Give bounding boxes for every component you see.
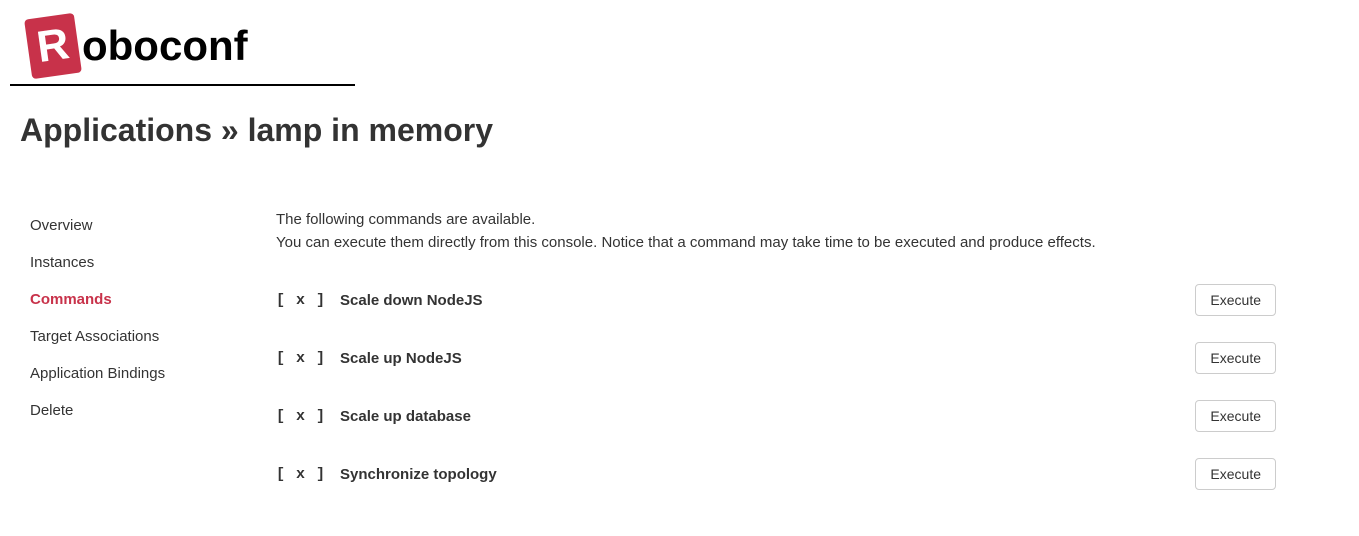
sidebar-item-delete[interactable]: Delete: [30, 394, 240, 427]
command-label: Synchronize topology: [340, 466, 497, 483]
logo-r-icon: R: [24, 13, 82, 79]
command-label: Scale down NodeJS: [340, 292, 483, 309]
execute-button[interactable]: Execute: [1195, 284, 1276, 316]
sidebar-item-target-associations[interactable]: Target Associations: [30, 320, 240, 353]
command-row: [ x ] Synchronize topology Execute: [276, 458, 1276, 490]
logo-text: oboconf: [82, 22, 248, 70]
command-row: [ x ] Scale up NodeJS Execute: [276, 342, 1276, 374]
sidebar-item-overview[interactable]: Overview: [30, 209, 240, 242]
execute-button[interactable]: Execute: [1195, 458, 1276, 490]
breadcrumb-section[interactable]: Applications: [20, 112, 212, 148]
command-marker-icon: [ x ]: [276, 292, 326, 309]
sidebar-item-application-bindings[interactable]: Application Bindings: [30, 357, 240, 390]
breadcrumb: Applications » lamp in memory: [20, 112, 1339, 149]
command-row: [ x ] Scale up database Execute: [276, 400, 1276, 432]
breadcrumb-separator: »: [221, 112, 239, 148]
command-label: Scale up NodeJS: [340, 350, 462, 367]
intro-line-1: The following commands are available.: [276, 209, 1276, 232]
logo[interactable]: R oboconf: [28, 16, 355, 76]
command-left: [ x ] Scale up database: [276, 408, 471, 425]
sidebar-item-commands[interactable]: Commands: [30, 283, 240, 316]
sidebar: Overview Instances Commands Target Associat…: [30, 209, 240, 516]
sidebar-item-instances[interactable]: Instances: [30, 246, 240, 279]
header: R oboconf: [10, 10, 355, 86]
command-left: [ x ] Synchronize topology: [276, 466, 497, 483]
intro-line-2: You can execute them directly from this …: [276, 232, 1276, 255]
command-label: Scale up database: [340, 408, 471, 425]
execute-button[interactable]: Execute: [1195, 342, 1276, 374]
execute-button[interactable]: Execute: [1195, 400, 1276, 432]
command-marker-icon: [ x ]: [276, 466, 326, 483]
breadcrumb-item: lamp in memory: [248, 112, 493, 148]
intro-text: The following commands are available. Yo…: [276, 209, 1276, 254]
command-left: [ x ] Scale up NodeJS: [276, 350, 462, 367]
main-content: The following commands are available. Yo…: [276, 209, 1276, 516]
command-row: [ x ] Scale down NodeJS Execute: [276, 284, 1276, 316]
commands-list: [ x ] Scale down NodeJS Execute [ x ] Scale …: [276, 284, 1276, 490]
command-marker-icon: [ x ]: [276, 408, 326, 425]
command-left: [ x ] Scale down NodeJS: [276, 292, 483, 309]
command-marker-icon: [ x ]: [276, 350, 326, 367]
